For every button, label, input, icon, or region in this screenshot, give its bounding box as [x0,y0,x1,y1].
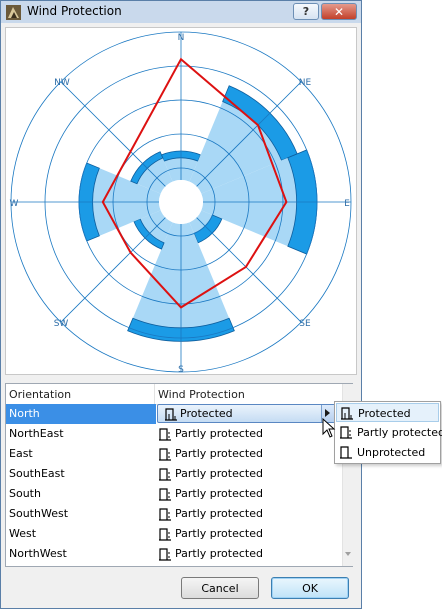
compass-label-sw: SW [54,319,69,329]
row-protection-label: Partly protected [175,467,263,480]
row-orientation: North [9,407,40,420]
row-protection-label: Partly protected [175,427,263,440]
combo-value: Protected [180,407,233,420]
compass-label-ne: NE [299,78,312,88]
row-protection-label: Partly protected [175,487,263,500]
row-orientation: South [9,487,41,500]
dropdown-arrow-icon [325,409,330,417]
protected-icon [164,407,178,421]
compass-label-w: W [10,199,19,209]
wind-protection-dialog: Wind Protection ? ✕ N NE E SE S SW W NW [0,0,362,609]
partly-protected-icon [158,447,172,461]
unprotected-icon [339,445,353,459]
help-button[interactable]: ? [293,3,319,20]
mouse-cursor-icon [322,418,336,438]
close-icon: ✕ [333,4,345,19]
partly-protected-icon [158,547,172,561]
row-protection[interactable]: Partly protected [158,464,338,484]
background-area [362,0,442,609]
row-orientation: NorthEast [9,427,64,440]
dropdown-option-label: Partly protected [357,426,442,439]
app-icon [6,5,21,20]
window-title: Wind Protection [27,4,122,18]
center-hole [159,180,203,224]
row-orientation: SouthEast [9,467,65,480]
table-row-northwest[interactable]: NorthWest Partly protected [6,544,342,564]
partly-protected-icon [158,427,172,441]
dropdown-option-protected[interactable]: Protected [336,403,439,422]
dropdown-option-label: Protected [358,407,411,420]
compass-label-s: S [178,365,184,374]
table-row-southwest[interactable]: SouthWest Partly protected [6,504,342,524]
spoke-nw [60,81,166,187]
compass-label-n: N [178,33,185,43]
dropdown-option-unprotected[interactable]: Unprotected [336,443,439,462]
protection-dropdown-menu: Protected Partly protected Unprotected [334,401,442,464]
scroll-down-icon[interactable] [345,552,351,556]
row-protection[interactable]: Partly protected [158,524,338,544]
table-row-south[interactable]: South Partly protected [6,484,342,504]
dropdown-option-partly-protected[interactable]: Partly protected [336,423,442,442]
wind-rose-panel: N NE E SE S SW W NW [5,27,357,375]
header-wind-protection: Wind Protection [158,388,245,401]
protected-icon [340,406,354,420]
compass-label-se: SE [299,319,311,329]
table-row-west[interactable]: West Partly protected [6,524,342,544]
dropdown-option-label: Unprotected [357,446,426,459]
help-icon: ? [302,5,310,18]
orientation-table: Orientation Wind Protection North Protec… [5,383,353,567]
row-protection-label: Partly protected [175,447,263,460]
row-protection[interactable]: Partly protected [158,504,338,524]
partly-protected-icon [339,425,353,439]
row-orientation: SouthWest [9,507,69,520]
wind-rose-chart: N NE E SE S SW W NW [10,31,352,374]
ok-button[interactable]: OK [271,577,349,599]
close-button[interactable]: ✕ [321,3,357,20]
row-protection-label: Partly protected [175,507,263,520]
row-protection[interactable]: Partly protected [158,424,338,444]
partly-protected-icon [158,527,172,541]
row-orientation: West [9,527,37,540]
partly-protected-icon [158,467,172,481]
partly-protected-icon [158,487,172,501]
row-orientation: East [9,447,33,460]
table-row-east[interactable]: East Partly protected [6,444,342,464]
compass-label-e: E [344,199,350,209]
row-protection-label: Partly protected [175,547,263,560]
header-divider [154,384,155,404]
table-header: Orientation Wind Protection [6,384,342,405]
protection-combobox[interactable]: Protected [157,404,335,423]
table-row-north[interactable]: North Protected [6,404,342,424]
row-protection[interactable]: Partly protected [158,444,338,464]
table-row-northeast[interactable]: NorthEast Partly protected [6,424,342,444]
title-bar: Wind Protection ? ✕ [1,1,361,23]
row-protection-label: Partly protected [175,527,263,540]
partly-protected-icon [158,507,172,521]
cancel-button[interactable]: Cancel [181,577,259,599]
header-orientation: Orientation [9,388,72,401]
row-protection[interactable]: Partly protected [158,544,338,564]
compass-label-nw: NW [54,78,70,88]
row-protection[interactable]: Partly protected [158,484,338,504]
row-orientation: NorthWest [9,547,67,560]
table-row-southeast[interactable]: SouthEast Partly protected [6,464,342,484]
